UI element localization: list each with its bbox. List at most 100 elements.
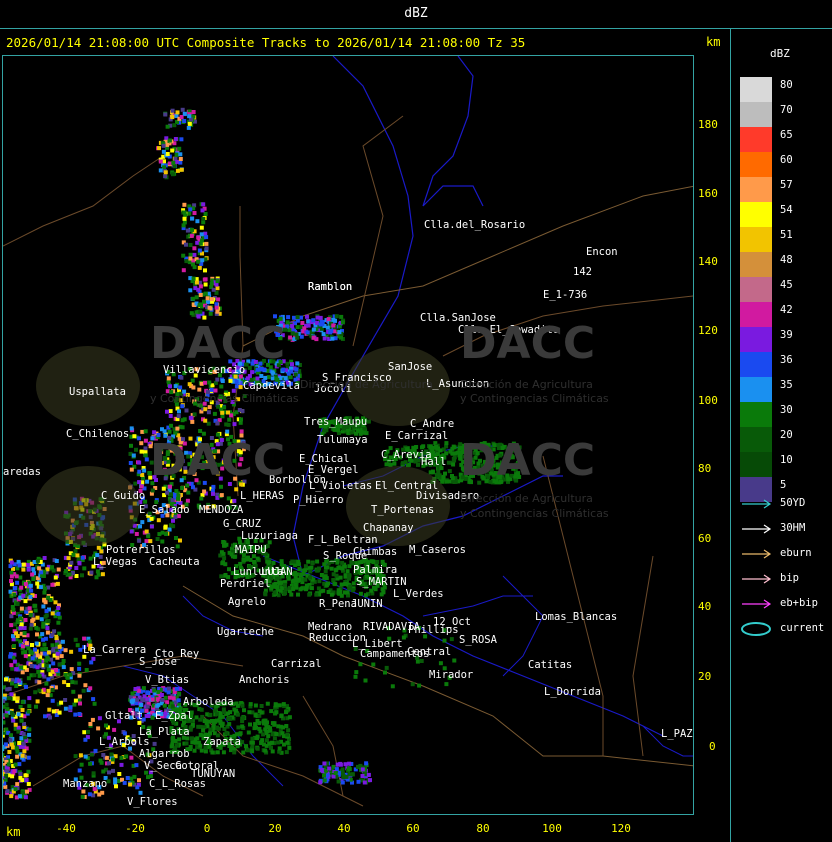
echo-pixel: [176, 493, 181, 498]
echo-pixel: [35, 615, 40, 620]
echo-pixel: [41, 621, 46, 626]
echo-pixel: [89, 570, 94, 575]
echo-pixel: [304, 583, 309, 588]
echo-pixel: [44, 681, 49, 686]
echo-pixel: [234, 708, 239, 713]
echo-pixel: [37, 680, 42, 685]
legend-value: 36: [780, 354, 793, 366]
echo-pixel: [19, 606, 24, 611]
track-arrow-icon: [742, 574, 772, 584]
echo-pixel: [197, 248, 202, 253]
echo-pixel: [29, 623, 34, 628]
echo-pixel: [177, 146, 182, 151]
echo-pixel: [270, 732, 275, 737]
echo-pixel: [16, 729, 21, 734]
echo-pixel: [23, 582, 28, 587]
current-ellipse-icon: [741, 622, 771, 636]
echo-pixel: [46, 619, 51, 623]
echo-pixel: [270, 740, 275, 745]
legend-value: 60: [780, 154, 793, 166]
track-arrow-icon: [742, 599, 772, 609]
echo-pixel: [188, 252, 193, 257]
echo-pixel: [29, 588, 34, 593]
echo-pixel: [315, 315, 320, 320]
echo-pixel: [134, 447, 138, 452]
echo-pixel: [284, 724, 289, 728]
echo-pixel: [392, 461, 397, 466]
echo-pixel: [142, 468, 147, 473]
echo-pixel: [128, 782, 133, 787]
echo-pixel: [64, 569, 68, 573]
echo-pixel: [24, 641, 29, 646]
echo-pixel: [345, 569, 350, 574]
echo-pixel: [271, 584, 276, 589]
echo-pixel: [285, 320, 290, 325]
echo-pixel: [73, 680, 78, 685]
title-divider: [0, 28, 832, 29]
echo-pixel: [59, 654, 64, 659]
echo-pixel: [54, 668, 58, 672]
echo-pixel: [306, 323, 311, 328]
echo-pixel: [451, 462, 456, 467]
echo-pixel: [50, 611, 55, 616]
echo-pixel: [215, 718, 219, 723]
echo-pixel: [165, 142, 170, 147]
km-unit-top: km: [706, 35, 721, 49]
track-label: bip: [780, 572, 799, 584]
echo-pixel: [9, 663, 14, 668]
watermark-subtitle-1: Dirección de Agricultura: [460, 378, 593, 391]
echo-pixel: [160, 427, 164, 432]
echo-pixel: [248, 557, 253, 562]
echo-pixel: [203, 268, 207, 273]
echo-pixel: [307, 592, 312, 597]
x-tick-label: -40: [56, 822, 76, 835]
echo-pixel: [27, 732, 32, 737]
echo-pixel: [347, 761, 352, 766]
echo-pixel: [71, 552, 76, 557]
echo-pixel: [164, 136, 169, 141]
echo-pixel: [198, 309, 203, 314]
echo-pixel: [279, 714, 284, 719]
echo-pixel: [45, 630, 50, 635]
echo-pixel: [308, 575, 312, 580]
echo-pixel: [192, 252, 197, 257]
echo-pixel: [104, 723, 108, 728]
echo-pixel: [156, 518, 161, 523]
echo-pixel: [32, 603, 37, 608]
echo-pixel: [166, 690, 171, 695]
echo-pixel: [137, 460, 142, 465]
echo-pixel: [20, 708, 25, 712]
echo-pixel: [155, 697, 160, 702]
echo-pixel: [43, 636, 48, 641]
echo-pixel: [292, 315, 296, 320]
echo-pixel: [443, 471, 447, 476]
echo-pixel: [15, 602, 20, 606]
echo-pixel: [340, 767, 345, 772]
echo-pixel: [48, 715, 52, 720]
echo-pixel: [238, 731, 243, 736]
echo-pixel: [129, 467, 134, 472]
echo-pixel: [171, 172, 175, 177]
echo-pixel: [347, 564, 352, 569]
echo-pixel: [297, 567, 302, 572]
echo-pixel: [293, 372, 298, 377]
echo-pixel: [35, 558, 40, 563]
echo-pixel: [52, 629, 57, 634]
echo-pixel: [36, 669, 41, 674]
echo-pixel: [22, 665, 27, 670]
place-label: C_L_Rosas: [149, 778, 206, 790]
km-unit-bottom: km: [6, 825, 21, 839]
echo-pixel: [9, 794, 14, 799]
echo-pixel: [322, 428, 327, 433]
echo-pixel: [240, 703, 245, 708]
echo-pixel: [45, 655, 50, 660]
place-label: Cacheuta: [149, 556, 200, 568]
echo-pixel: [161, 149, 166, 154]
x-tick-label: 20: [268, 822, 282, 835]
echo-pixel: [30, 572, 35, 577]
echo-pixel: [179, 167, 184, 172]
echo-pixel: [452, 458, 457, 463]
legend-value: 30: [780, 404, 793, 416]
place-label: L_Verdes: [393, 588, 444, 600]
echo-pixel: [211, 287, 216, 292]
